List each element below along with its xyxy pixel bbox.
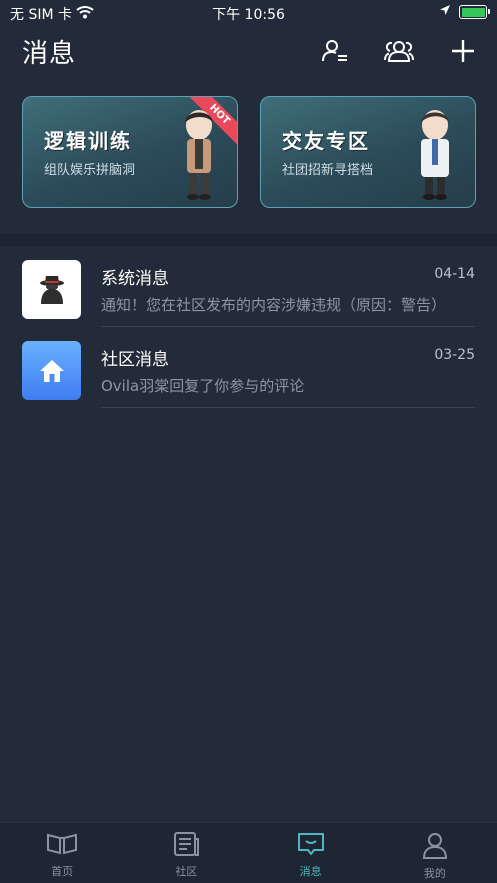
tab-label: 社区 (175, 865, 198, 878)
tab-label: 我的 (423, 867, 446, 880)
list-item[interactable]: 系统消息 04-14 通知！您在社区发布的内容涉嫌违规（原因：警告） (0, 246, 497, 327)
home-icon (22, 341, 81, 400)
contacts-icon[interactable] (320, 36, 350, 66)
status-bar: 无 SIM 卡 下午 10:56 (0, 0, 497, 26)
battery-icon (459, 5, 490, 19)
message-list: 系统消息 04-14 通知！您在社区发布的内容涉嫌违规（原因：警告） 社区消息 … (0, 246, 497, 408)
tab-messages[interactable]: 消息 (249, 823, 373, 883)
message-title: 系统消息 (101, 269, 169, 289)
card-subtitle: 组队娱乐拼脑洞 (44, 163, 136, 178)
card-title: 逻辑训练 (44, 129, 132, 153)
section-divider (0, 234, 497, 246)
detective-icon (22, 260, 81, 319)
tab-profile[interactable]: 我的 (373, 823, 497, 883)
header: 消息 (0, 28, 497, 74)
tab-home[interactable]: 首页 (0, 823, 124, 883)
group-icon[interactable] (384, 36, 414, 66)
message-date: 03-25 (434, 347, 475, 363)
message-date: 04-14 (434, 266, 475, 282)
message-preview: 通知！您在社区发布的内容涉嫌违规（原因：警告） (101, 296, 447, 314)
book-open-icon (46, 831, 78, 861)
message-title: 社区消息 (101, 350, 169, 370)
status-time: 下午 10:56 (212, 7, 285, 23)
card-subtitle: 社团招新寻搭档 (282, 163, 374, 178)
character-figure-icon (405, 103, 465, 203)
chat-icon (296, 831, 326, 861)
list-item[interactable]: 社区消息 03-25 Ovila羽棠回复了你参与的评论 (0, 327, 497, 408)
tab-label: 首页 (51, 865, 74, 878)
status-right (439, 4, 490, 20)
social-zone-card[interactable]: 交友专区 社团招新寻搭档 (260, 96, 476, 208)
divider (101, 407, 475, 408)
tab-community[interactable]: 社区 (124, 823, 248, 883)
message-preview: Ovila羽棠回复了你参与的评论 (101, 377, 305, 395)
tab-bar: 首页 社区 消息 我的 (0, 822, 497, 883)
add-icon[interactable] (448, 36, 478, 66)
user-icon (421, 831, 449, 863)
logic-training-card[interactable]: 逻辑训练 组队娱乐拼脑洞 HOT (22, 96, 238, 208)
page-title: 消息 (22, 39, 77, 69)
tab-label: 消息 (299, 865, 322, 878)
location-arrow-icon (439, 4, 451, 20)
newspaper-icon (172, 831, 200, 861)
character-figure-icon (169, 103, 229, 203)
feature-cards: 逻辑训练 组队娱乐拼脑洞 HOT 交友专区 社团招新寻搭档 (22, 96, 476, 208)
card-title: 交友专区 (282, 129, 370, 153)
